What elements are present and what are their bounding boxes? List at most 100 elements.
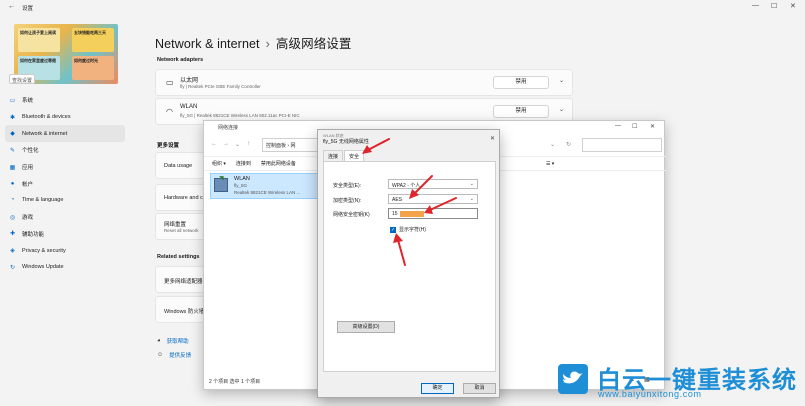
chevron-down-icon[interactable]: ⌄ — [559, 77, 564, 84]
show-characters-checkbox[interactable]: ✓ 显示字符(H) — [390, 226, 426, 233]
sidebar-item-7[interactable]: ◎ 游戏 — [5, 209, 125, 226]
feedback-link[interactable]: ☺ 提供反馈 — [157, 351, 191, 359]
toolbar-item-1[interactable]: 连接到 — [236, 160, 251, 167]
netconn-close-icon[interactable]: ✕ — [650, 123, 655, 130]
breadcrumb-parent[interactable]: Network & internet — [155, 37, 260, 51]
maximize-icon[interactable]: ☐ — [771, 2, 777, 10]
help-link-label: 获取帮助 — [166, 339, 189, 345]
help-link[interactable]: ◕ 获取帮助 — [157, 337, 189, 345]
status-bar: 2 个项目 选中 1 个项目 — [209, 379, 261, 385]
watermark: 白云一键重装系统 www.baiyunxitong.com — [550, 356, 805, 406]
sidebar-item-8[interactable]: ✚ 辅助功能 — [5, 226, 125, 243]
sidebar-item-label: 个性化 — [22, 148, 39, 155]
avatar-tile: 五块钱能吃两三天 — [72, 28, 114, 52]
sidebar-item-label: Bluetooth & devices — [22, 114, 71, 121]
gaming-icon: ◎ — [9, 214, 16, 221]
sidebar-item-label: 辅助功能 — [22, 231, 45, 238]
bird-logo-icon — [558, 364, 588, 394]
sidebar-item-label: Privacy & security — [22, 247, 66, 254]
sidebar-item-5[interactable]: ● 帐户 — [5, 175, 125, 192]
sidebar-item-2[interactable]: ◆ Network & internet — [5, 125, 125, 143]
nav-forward-icon[interactable]: → — [223, 141, 229, 147]
toolbar-item-0[interactable]: 组织 ▾ — [212, 160, 226, 167]
wifi-signal-icon: ◥ — [219, 176, 224, 182]
security-type-label: 安全类型(E): — [333, 183, 362, 189]
help-icon: ◕ — [157, 338, 161, 344]
dialog-title: fly_5G 无线网络属性 — [323, 139, 369, 145]
sidebar-item-4[interactable]: ▦ 应用 — [5, 159, 125, 176]
encryption-type-value: AES — [392, 197, 403, 203]
adapter-description: fly_5G | Realtek 8821CE Wireless LAN 802… — [180, 113, 300, 118]
breadcrumb-current: 高级网络设置 — [275, 37, 352, 51]
nav-back-icon[interactable]: ← — [211, 141, 217, 147]
sidebar-item-1[interactable]: ✱ Bluetooth & devices — [5, 109, 125, 126]
adapter-description: fly | Realtek PCIe GBE Family Controller — [180, 84, 261, 89]
wifi-icon: ◠ — [166, 107, 173, 116]
wlan-connection-item[interactable]: ◥ WLAN fly_5G Realtek 8821CE Wireless LA… — [210, 173, 320, 199]
sidebar-item-0[interactable]: ▭ 系统 — [5, 92, 125, 109]
time-language-icon: ◔ — [10, 197, 15, 204]
security-type-value: WPA2 - 个人 — [392, 183, 421, 189]
sidebar-item-10[interactable]: ↻ Windows Update — [5, 259, 125, 276]
netconn-maximize-icon[interactable]: ☐ — [632, 123, 637, 130]
dialog-close-icon[interactable]: ✕ — [490, 135, 495, 142]
search-input[interactable]: 查找设置 — [9, 74, 35, 84]
toolbar-item-2[interactable]: 禁用此网络设备 — [261, 160, 296, 167]
security-type-select[interactable]: WPA2 - 个人 ⌄ — [388, 179, 478, 189]
tab-connection[interactable]: 连接 — [323, 150, 344, 161]
sidebar-item-label: Network & internet — [22, 130, 68, 137]
feedback-link-label: 提供反馈 — [169, 353, 192, 359]
wlan-properties-dialog: WLAN 状态 fly_5G 无线网络属性 ✕ 连接 安全 安全类型(E): W… — [317, 129, 500, 398]
network-key-field[interactable]: 15 — [388, 208, 478, 219]
minimize-icon[interactable]: — — [752, 2, 759, 9]
more-settings-heading: 更多设置 — [157, 143, 180, 149]
checkbox-checked-icon: ✓ — [390, 226, 396, 233]
feedback-icon: ☺ — [157, 352, 164, 358]
tab-security[interactable]: 安全 — [344, 150, 365, 161]
nav-list: ▭ 系统 ✱ Bluetooth & devices ◆ Network & intern… — [5, 92, 125, 276]
encryption-type-label: 加密类型(N): — [333, 198, 362, 204]
nav-up-icon[interactable]: ↑ — [247, 141, 250, 147]
cancel-button[interactable]: 取消 — [463, 383, 496, 394]
network-key-value: 15 — [392, 211, 398, 217]
adapter-name: WLAN — [180, 104, 198, 110]
wlan-item-ssid: fly_5G — [234, 183, 248, 188]
wlan-item-adapter: Realtek 8821CE Wireless LAN ... — [234, 190, 301, 195]
search-field[interactable] — [582, 138, 662, 152]
avatar-tile: 如何让孩子爱上阅读 — [18, 28, 60, 52]
related-settings-title: 更多网络适配器 — [164, 279, 203, 285]
dialog-tabs: 连接 安全 — [323, 150, 365, 161]
netconn-minimize-icon[interactable]: — — [615, 123, 621, 129]
redaction-mask — [400, 211, 424, 217]
sidebar-item-label: 帐户 — [22, 181, 34, 188]
advanced-settings-button[interactable]: 高级设置(D) — [337, 321, 395, 333]
sidebar-item-3[interactable]: ✎ 个性化 — [5, 142, 125, 159]
more-settings-title: Data usage — [164, 163, 193, 169]
refresh-icon[interactable]: ↻ — [566, 141, 571, 148]
sidebar-item-9[interactable]: ◈ Privacy & security — [5, 242, 125, 259]
address-dropdown-icon[interactable]: ⌄ — [550, 141, 555, 148]
sidebar-item-6[interactable]: ◔ Time & language — [5, 192, 125, 209]
chevron-down-icon[interactable]: ⌄ — [559, 106, 564, 113]
disable-adapter-button[interactable]: 禁用 — [493, 76, 549, 89]
close-icon[interactable]: ✕ — [790, 2, 796, 10]
accounts-icon: ● — [10, 180, 15, 187]
related-settings-title: Windows 防火墙 — [164, 309, 205, 315]
avatar-tile-text: 如何让孩子爱上阅读 — [20, 30, 56, 35]
disable-adapter-button[interactable]: 禁用 — [493, 105, 549, 118]
bird-shape — [563, 371, 583, 384]
back-arrow-icon[interactable]: ← — [8, 3, 15, 10]
shield-icon: ◈ — [10, 248, 15, 255]
view-options-icon[interactable]: ☰ ▾ — [546, 161, 554, 167]
app-title: 设置 — [22, 6, 34, 12]
more-settings-sub: Reset all network — [164, 228, 199, 233]
nav-recent-icon[interactable]: ⌄ — [235, 141, 240, 148]
sidebar: 如何让孩子爱上阅读 五块钱能吃两三天 如何在家里度过寒假 如何度过时光 查找设置 ▭ 系… — [0, 12, 125, 406]
more-settings-title: 网络重置 — [164, 222, 187, 228]
network-icon: ◆ — [10, 131, 15, 138]
encryption-type-select[interactable]: AES ⌄ — [388, 194, 478, 204]
adapter-name: 以太网 — [180, 78, 199, 84]
address-field[interactable]: 控制面板 › 网 — [262, 138, 322, 152]
ok-button[interactable]: 确定 — [421, 383, 454, 394]
sidebar-item-label: Windows Update — [22, 264, 64, 271]
